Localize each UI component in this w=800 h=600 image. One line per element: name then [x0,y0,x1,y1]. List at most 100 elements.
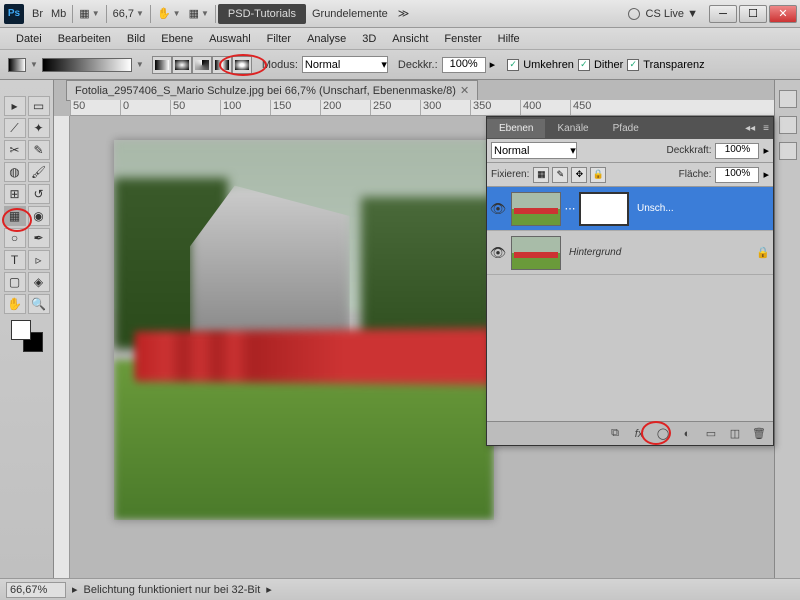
menu-auswahl[interactable]: Auswahl [201,31,259,47]
zoom-tool[interactable]: 🔍 [28,294,50,314]
history-tool[interactable]: ↺ [28,184,50,204]
stamp-tool[interactable]: ⊞ [4,184,26,204]
grid-icon[interactable]: ▦▼ [185,5,213,22]
right-dock [774,80,800,578]
shape-tool[interactable]: ▢ [4,272,26,292]
canvas[interactable] [114,140,494,520]
heal-tool[interactable]: ◍ [4,162,26,182]
psd-tutorials-button[interactable]: PSD-Tutorials [218,4,306,24]
dither-checkbox[interactable]: ✓ [578,59,590,71]
modus-select[interactable]: Normal▾ [302,56,388,73]
flache-input[interactable]: 100% [715,167,759,183]
zoom-dropdown[interactable]: 66,7▼ [109,6,148,22]
menu-3d[interactable]: 3D [354,31,384,47]
tab-pfade[interactable]: Pfade [601,119,651,138]
menu-fenster[interactable]: Fenster [436,31,489,47]
status-zoom[interactable]: 66,67% [6,582,66,598]
tab-ebenen[interactable]: Ebenen [487,119,545,138]
deckkraft-input[interactable]: 100% [715,143,759,159]
layer-row[interactable]: 👁 Hintergrund 🔒 [487,231,773,275]
delete-icon[interactable]: 🗑 [751,427,767,441]
layer-mask[interactable] [579,192,629,226]
fx-icon[interactable]: fx [631,427,647,441]
eyedrop-tool[interactable]: ✎ [28,140,50,160]
pen-tool[interactable]: ✒ [28,228,50,248]
blur-tool[interactable]: ◉ [28,206,50,226]
menu-bearbeiten[interactable]: Bearbeiten [50,31,119,47]
brush-tool[interactable]: 🖌 [28,162,50,182]
close-tab-icon[interactable]: ✕ [460,84,469,97]
dock-icon-3[interactable] [779,142,797,160]
lock-move-icon[interactable]: ✥ [571,167,587,183]
gradient-preview[interactable] [42,58,132,72]
minimize-button[interactable]: ─ [709,5,737,23]
fixieren-label: Fixieren: [491,169,529,180]
angle-gradient-icon[interactable] [192,56,212,74]
lasso-tool[interactable]: ⟋ [4,118,26,138]
layer-name[interactable]: Hintergrund [563,247,753,258]
new-layer-icon[interactable]: ◫ [727,427,743,441]
hand-icon[interactable]: ✋▼ [153,5,185,22]
crop-tool[interactable]: ✂ [4,140,26,160]
menu-datei[interactable]: Datei [8,31,50,47]
br-button[interactable]: Br [28,6,47,22]
diamond-gradient-icon[interactable] [232,56,252,74]
workspace-name[interactable]: Grundelemente [306,6,394,22]
cslive-label[interactable]: CS Live ▼ [640,6,704,22]
dock-icon-2[interactable] [779,116,797,134]
dock-icon-1[interactable] [779,90,797,108]
close-button[interactable]: ✕ [769,5,797,23]
clip-icon[interactable]: ▦▼ [75,5,103,22]
menu-analyse[interactable]: Analyse [299,31,354,47]
blend-mode-select[interactable]: Normal▾ [491,142,577,159]
deckkr-input[interactable]: 100% [442,57,486,73]
panel-collapse-icon[interactable]: ◂◂ [741,123,759,134]
3d-tool[interactable]: ◈ [28,272,50,292]
color-swatches[interactable] [11,320,43,352]
transparenz-checkbox[interactable]: ✓ [627,59,639,71]
visibility-icon[interactable]: 👁 [487,245,509,261]
path-tool[interactable]: ▹ [28,250,50,270]
title-bar: Ps Br Mb ▦▼ 66,7▼ ✋▼ ▦▼ PSD-Tutorials Gr… [0,0,800,28]
mask-link-icon[interactable]: ⋯ [563,202,577,215]
lock-trans-icon[interactable]: ▦ [533,167,549,183]
menu-bild[interactable]: Bild [119,31,153,47]
gradient-tool[interactable]: ▦ [4,206,26,226]
menu-ebene[interactable]: Ebene [153,31,201,47]
link-icon[interactable]: ⧉ [607,427,623,441]
group-icon[interactable]: ▭ [703,427,719,441]
mask-icon[interactable]: ◯ [655,427,671,441]
mb-button[interactable]: Mb [47,6,70,22]
menu-filter[interactable]: Filter [259,31,299,47]
menu-ansicht[interactable]: Ansicht [384,31,436,47]
menu-hilfe[interactable]: Hilfe [490,31,528,47]
modus-label: Modus: [262,59,298,71]
adjustment-icon[interactable]: ◐ [679,427,695,441]
type-tool[interactable]: T [4,250,26,270]
menu-bar: Datei Bearbeiten Bild Ebene Auswahl Filt… [0,28,800,50]
panel-menu-icon[interactable]: ≡ [759,123,773,134]
vertical-ruler [54,116,70,578]
move-tool[interactable]: ▸ [4,96,26,116]
visibility-icon[interactable]: 👁 [487,201,509,217]
tab-kanale[interactable]: Kanäle [545,119,600,138]
lock-all-icon[interactable]: 🔒 [590,167,606,183]
wand-tool[interactable]: ✦ [28,118,50,138]
more-icon[interactable]: ≫ [394,5,414,22]
maximize-button[interactable]: ☐ [739,5,767,23]
document-tab[interactable]: Fotolia_2957406_S_Mario Schulze.jpg bei … [66,80,478,101]
layer-name[interactable]: Unsch... [631,203,773,214]
reflected-gradient-icon[interactable] [212,56,232,74]
layer-row[interactable]: 👁 ⋯ Unsch... [487,187,773,231]
cslive-icon[interactable] [628,8,640,20]
linear-gradient-icon[interactable] [152,56,172,74]
layer-thumbnail[interactable] [511,192,561,226]
radial-gradient-icon[interactable] [172,56,192,74]
marquee-tool[interactable]: ▭ [28,96,50,116]
hand-tool[interactable]: ✋ [4,294,26,314]
dodge-tool[interactable]: ○ [4,228,26,248]
gradient-swatch[interactable] [8,58,26,72]
umkehren-checkbox[interactable]: ✓ [507,59,519,71]
lock-paint-icon[interactable]: ✎ [552,167,568,183]
layer-thumbnail[interactable] [511,236,561,270]
